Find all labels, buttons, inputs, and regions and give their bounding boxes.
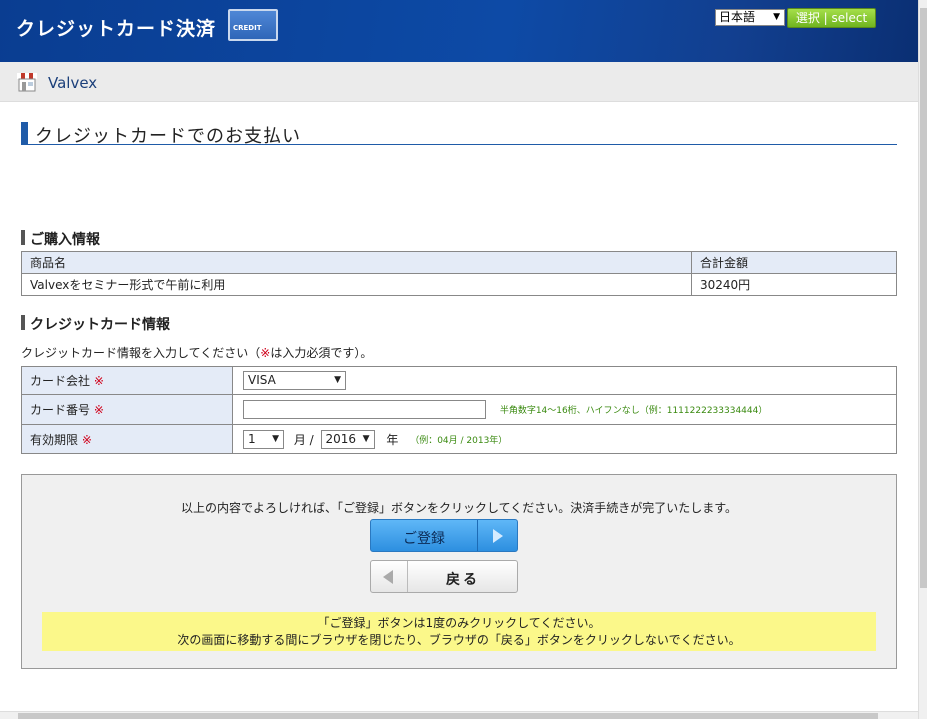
purchase-heading-text: ご購入情報 [30, 232, 100, 248]
horizontal-scroll-thumb[interactable] [18, 713, 878, 719]
title-accent-bar [21, 122, 28, 144]
app-title: クレジットカード決済 [16, 18, 217, 40]
expiry-label-text: 有効期限 [30, 432, 79, 447]
back-button[interactable]: 戻る [370, 560, 518, 593]
expiry-year-value: 2016 [325, 431, 357, 446]
vertical-scroll-thumb[interactable] [920, 8, 927, 588]
table-header-row: 商品名 合計金額 [21, 251, 897, 274]
dropdown-arrow-icon: ▼ [334, 375, 341, 385]
register-button[interactable]: ご登録 [370, 519, 518, 552]
language-select[interactable]: 日本語 ▼ [715, 9, 785, 26]
heading-accent-bar [21, 230, 25, 245]
year-unit: 年 [386, 432, 399, 447]
page-title-text: クレジットカードでのお支払い [35, 126, 301, 147]
card-company-row: カード会社 ※ VISA ▼ [21, 366, 897, 395]
required-mark: ※ [93, 403, 104, 417]
expiry-month-select[interactable]: 1 ▼ [243, 429, 284, 449]
button-divider [477, 520, 478, 551]
card-company-label-text: カード会社 [30, 374, 91, 388]
language-select-button[interactable]: 選択 | select [787, 8, 876, 28]
card-number-cell: 半角数字14〜16桁、ハイフンなし（例：1111222233334444） [232, 394, 897, 425]
expiry-hint: （例：04月 / 2013年） [410, 435, 508, 446]
card-number-row: カード番号 ※ 半角数字14〜16桁、ハイフンなし（例：111122223333… [21, 394, 897, 425]
expiry-row: 有効期限 ※ 1 ▼ 月 / 2016 ▼ 年 （例：04月 / 2013年） [21, 424, 897, 454]
expiry-month-value: 1 [248, 431, 256, 446]
card-company-label: カード会社 ※ [21, 366, 233, 395]
col-total-header: 合計金額 [691, 251, 897, 274]
total-amount-cell: 30240円 [691, 273, 897, 296]
card-number-hint: 半角数字14〜16桁、ハイフンなし（例：1111222233334444） [499, 406, 768, 416]
notice-line-2: 次の画面に移動する間にブラウザを閉じたり、ブラウザの「戻る」ボタンをクリックしな… [177, 633, 741, 647]
expiry-label: 有効期限 ※ [21, 424, 233, 454]
notice-line-1: 「ご登録」ボタンは1度のみクリックしてください。 [317, 616, 601, 630]
arrow-left-icon [383, 570, 393, 584]
card-intro-text: クレジットカード情報を入力してください（※は入力必須です）。 [21, 344, 372, 361]
intro-text-before: クレジットカード情報を入力してください（ [21, 346, 261, 360]
card-company-cell: VISA ▼ [232, 366, 897, 395]
card-number-input[interactable] [243, 400, 486, 419]
card-company-select[interactable]: VISA ▼ [243, 371, 346, 390]
card-heading-text: クレジットカード情報 [30, 317, 170, 333]
arrow-right-icon [493, 529, 503, 543]
dropdown-arrow-icon: ▼ [773, 12, 780, 22]
back-button-label: 戻る [446, 572, 480, 588]
card-form-table: カード会社 ※ VISA ▼ カード番号 ※ 半角数字14〜16桁、ハイフンなし… [21, 366, 897, 454]
shop-name: Valvex [48, 74, 98, 92]
purchase-table: 商品名 合計金額 Valvexをセミナー形式で午前に利用 30240円 [21, 251, 897, 296]
card-company-value: VISA [248, 373, 276, 387]
credit-card-badge-text: CREDIT [233, 24, 262, 32]
notice-box: 「ご登録」ボタンは1度のみクリックしてください。 次の画面に移動する間にブラウザ… [42, 612, 876, 651]
required-mark: ※ [260, 346, 271, 360]
language-select-value: 日本語 [719, 10, 756, 24]
product-name-cell: Valvexをセミナー形式で午前に利用 [21, 273, 692, 296]
required-mark: ※ [81, 432, 92, 447]
register-button-label: ご登録 [403, 531, 445, 547]
card-number-label-text: カード番号 [30, 403, 91, 417]
header-bar: クレジットカード決済 CREDIT 日本語 ▼ 選択 | select [0, 0, 918, 62]
confirm-message: 以上の内容でよろしければ、「ご登録」ボタンをクリックしてください。決済手続きが完… [180, 501, 738, 515]
dropdown-arrow-icon: ▼ [362, 433, 370, 444]
col-product-header: 商品名 [21, 251, 692, 274]
expiry-cell: 1 ▼ 月 / 2016 ▼ 年 （例：04月 / 2013年） [232, 424, 897, 454]
confirm-panel: 以上の内容でよろしければ、「ご登録」ボタンをクリックしてください。決済手続きが完… [21, 474, 897, 669]
dropdown-arrow-icon: ▼ [272, 433, 279, 444]
card-number-label: カード番号 ※ [21, 394, 233, 425]
heading-accent-bar [21, 315, 25, 330]
vertical-scrollbar[interactable] [918, 0, 927, 719]
table-row: Valvexをセミナー形式で午前に利用 30240円 [21, 273, 897, 296]
horizontal-scrollbar[interactable] [0, 711, 918, 719]
month-unit: 月 / [293, 432, 314, 447]
shop-awning-icon [17, 73, 37, 92]
intro-text-after: は入力必須です）。 [270, 346, 373, 360]
page-title: クレジットカードでのお支払い [21, 122, 897, 147]
credit-card-icon: CREDIT [228, 9, 278, 41]
expiry-year-select[interactable]: 2016 ▼ [320, 429, 375, 449]
required-mark: ※ [93, 374, 104, 388]
shop-bar: Valvex [0, 62, 918, 102]
